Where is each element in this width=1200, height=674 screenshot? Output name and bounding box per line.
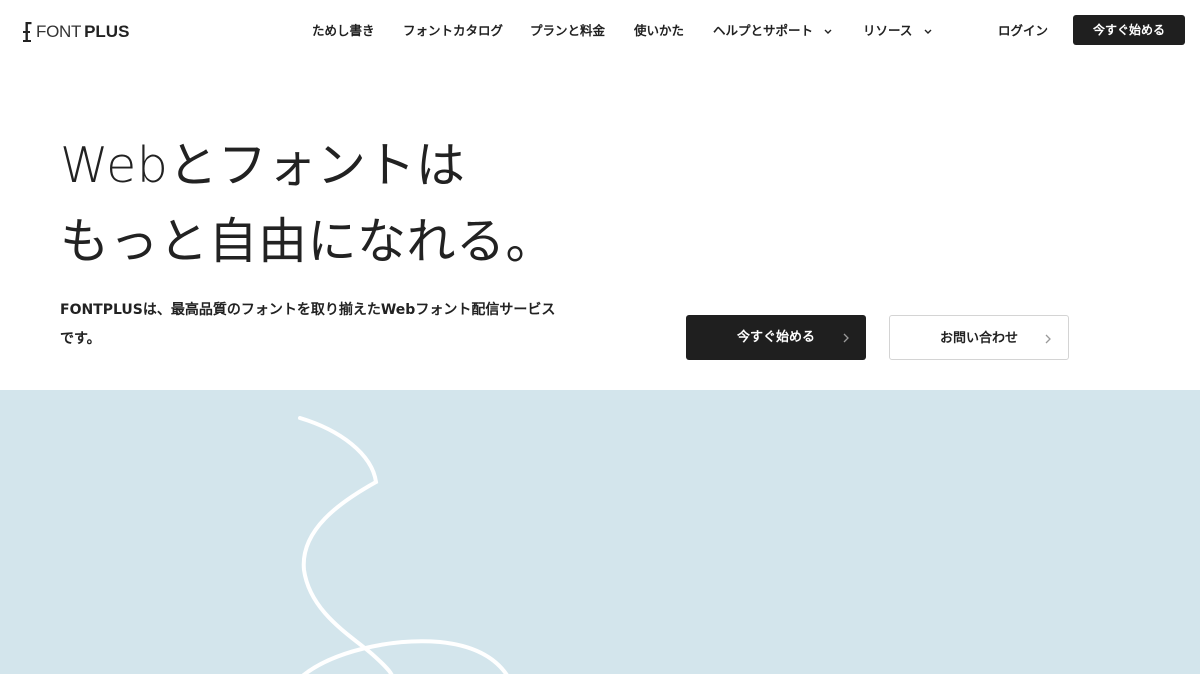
nav-item-label: ためし書き [312, 23, 375, 38]
hero-title: Webとフォントは もっと自由になれる。 [60, 128, 620, 280]
chevron-down-icon [824, 29, 832, 34]
fontplus-logo[interactable]: FONT PLUS [22, 20, 129, 44]
decorative-curve-line [298, 416, 509, 674]
login-link[interactable]: ログイン [998, 20, 1048, 42]
contact-label: お問い合わせ [939, 331, 1018, 346]
logo-text-font: FONT [36, 22, 82, 41]
hero-description: FONTPLUSは、最高品質のフォントを取り揃えたWebフォント配信サービス で… [60, 296, 620, 354]
nav-item-label: 使いかた [634, 23, 685, 38]
nav-item-label: リソース [863, 23, 913, 38]
hero-title-line-1: Webとフォントは [60, 137, 466, 194]
chevron-down-icon [924, 29, 932, 34]
nav-item-how-to-use[interactable]: 使いかた [634, 20, 684, 42]
header-start-button[interactable]: 今すぐ始める [1073, 15, 1185, 45]
nav-item-label: ヘルプとサポート [713, 23, 814, 38]
page: FONT PLUS ためし書き フォントカタログ プランと料金 使いかた ヘルプ… [0, 0, 1200, 674]
nav-item-font-catalog[interactable]: フォントカタログ [403, 20, 503, 42]
logo-mark-icon [23, 22, 32, 42]
site-header: FONT PLUS ためし書き フォントカタログ プランと料金 使いかた ヘルプ… [0, 0, 1200, 62]
hero-description-line-1: FONTPLUSは、最高品質のフォントを取り揃えたWebフォント配信サービス [60, 302, 556, 318]
chevron-right-icon [1045, 334, 1051, 344]
nav-item-trial-writing[interactable]: ためし書き [312, 20, 375, 42]
start-now-button[interactable]: 今すぐ始める [686, 315, 866, 360]
contact-button[interactable]: お問い合わせ [889, 315, 1069, 360]
chevron-right-icon [843, 333, 849, 343]
hero-title-line-2: もっと自由になれる。 [60, 213, 556, 270]
nav-item-resources[interactable]: リソース [863, 20, 933, 42]
hero-description-line-2: です。 [60, 331, 101, 347]
login-label: ログイン [998, 23, 1049, 38]
nav-item-help-support[interactable]: ヘルプとサポート [713, 20, 833, 42]
nav-item-label: フォントカタログ [403, 23, 504, 38]
nav-item-label: プランと料金 [530, 23, 606, 38]
decorative-banner [0, 390, 1200, 674]
start-now-label: 今すぐ始める [736, 330, 815, 345]
logo-text-plus: PLUS [84, 22, 130, 41]
nav-item-plans-pricing[interactable]: プランと料金 [530, 20, 605, 42]
